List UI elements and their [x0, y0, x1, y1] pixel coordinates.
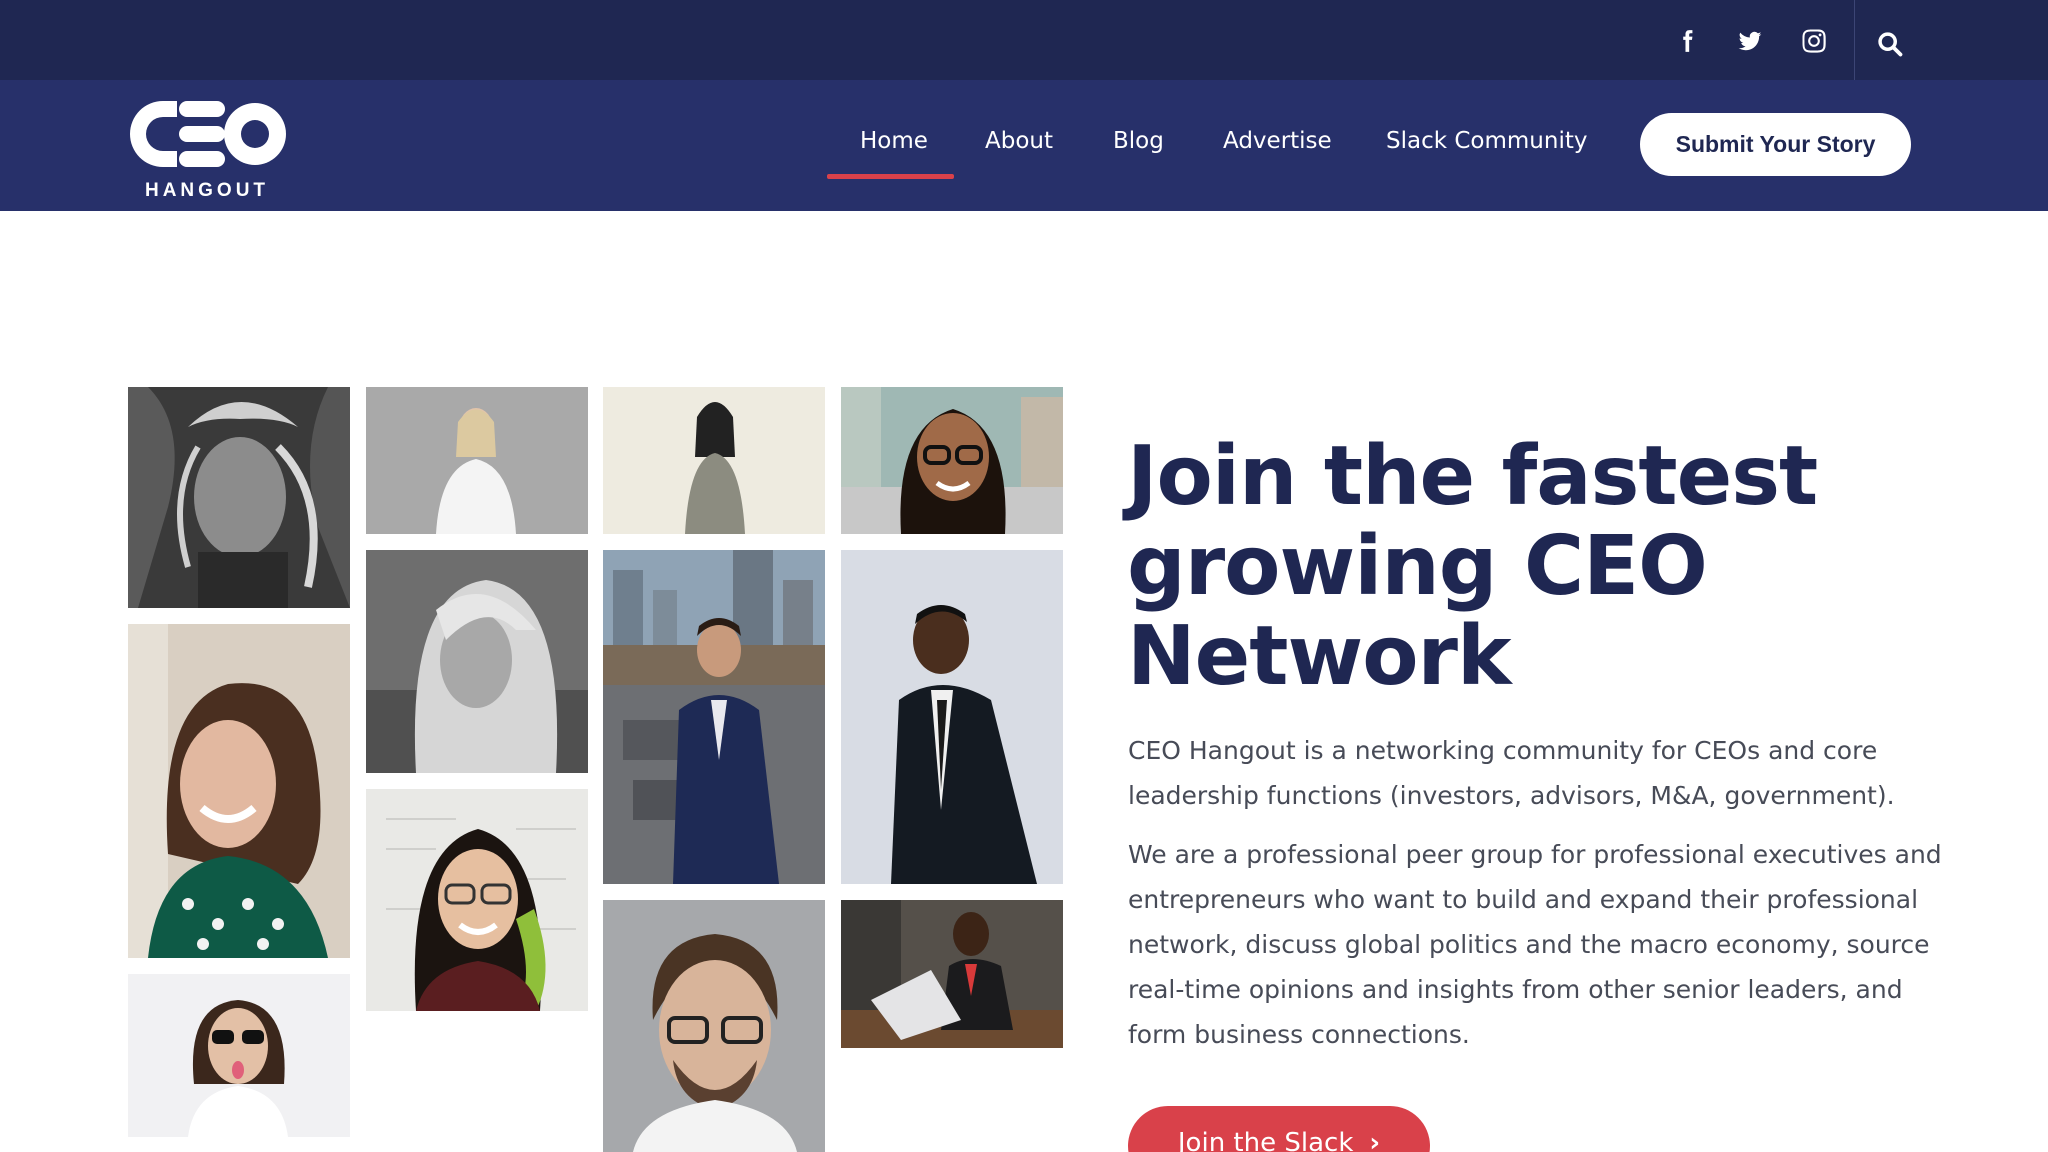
- member-photo: [841, 900, 1063, 1048]
- topbar-divider: [1854, 0, 1855, 80]
- member-photo: [128, 974, 350, 1137]
- nav-slack-community[interactable]: Slack Community: [1386, 128, 1587, 154]
- join-slack-label: Join the Slack: [1177, 1128, 1354, 1152]
- nav-home[interactable]: Home: [860, 128, 928, 154]
- member-photo: [366, 789, 588, 1011]
- nav-about[interactable]: About: [985, 128, 1053, 154]
- member-photo: [128, 624, 350, 958]
- nav-advertise[interactable]: Advertise: [1223, 128, 1332, 154]
- member-photo: [841, 387, 1063, 534]
- member-photo: [603, 387, 825, 534]
- member-photo: [128, 387, 350, 608]
- member-photo: [603, 550, 825, 884]
- facebook-icon[interactable]: [1670, 24, 1704, 58]
- member-photo: [366, 550, 588, 773]
- join-slack-button[interactable]: Join the Slack ›: [1128, 1106, 1430, 1152]
- instagram-icon[interactable]: [1797, 24, 1831, 58]
- top-utility-bar: [0, 0, 2048, 80]
- nav-active-indicator: [827, 174, 954, 179]
- nav-blog[interactable]: Blog: [1113, 128, 1164, 154]
- hero-intro-text: CEO Hangout is a networking community fo…: [1128, 736, 1895, 810]
- member-photo: [366, 387, 588, 534]
- twitter-icon[interactable]: [1733, 24, 1767, 58]
- search-icon[interactable]: [1870, 24, 1910, 64]
- member-photo: [841, 550, 1063, 884]
- submit-your-story-button[interactable]: Submit Your Story: [1640, 113, 1911, 176]
- hero-title: Join the fastest growing CEO Network: [1127, 429, 1818, 704]
- main-navbar: HANGOUT Home About Blog Advertise Slack …: [0, 80, 2048, 211]
- site-logo[interactable]: HANGOUT: [127, 95, 287, 201]
- chevron-right-icon: ›: [1369, 1128, 1381, 1152]
- ceo-logo-mark: [130, 101, 286, 167]
- logo-subtitle: HANGOUT: [144, 180, 270, 201]
- hero-description-text: We are a professional peer group for pro…: [1128, 840, 1942, 1049]
- member-photo: [603, 900, 825, 1152]
